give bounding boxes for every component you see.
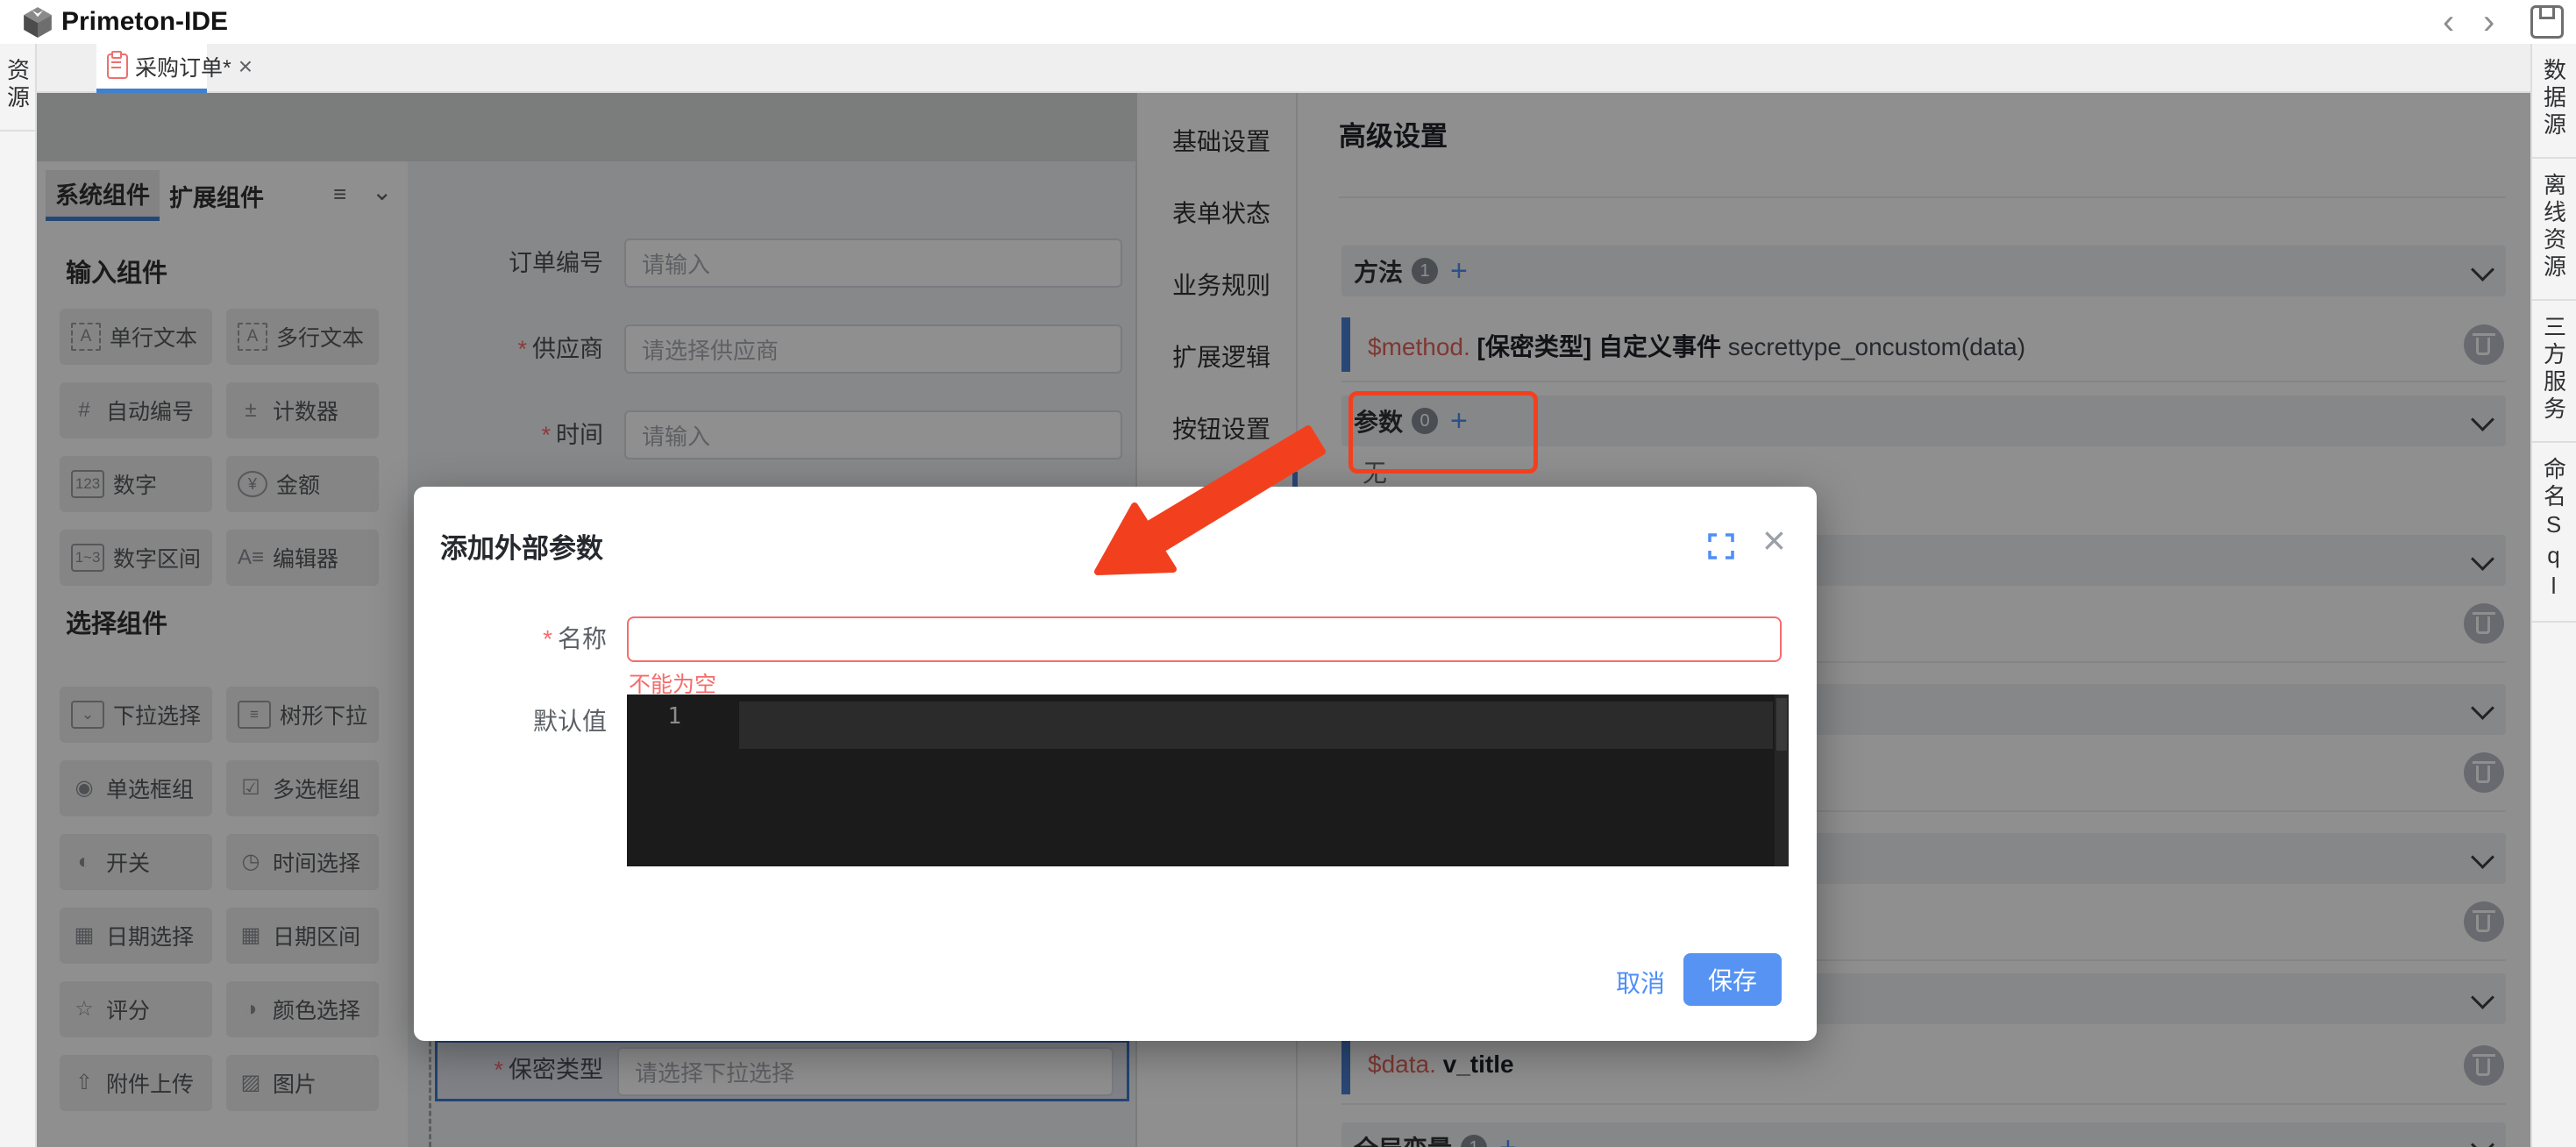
- left-rail: 资源: [0, 44, 37, 1147]
- nav-forward-icon[interactable]: ›: [2483, 2, 2494, 42]
- nav-back-icon[interactable]: ‹: [2443, 2, 2454, 42]
- annotation-highlight-box: [1348, 391, 1538, 474]
- default-value-label: 默认值: [449, 702, 607, 737]
- application-window: 系统组件 扩展组件 ≡ ⌄ 输入组件 A单行文本 A多行文本 #自动编号 ±计数…: [0, 0, 2576, 1147]
- rail-item-data-source[interactable]: 数据源: [2532, 44, 2576, 159]
- app-title: Primeton-IDE: [61, 7, 228, 37]
- primeton-logo-icon: [21, 5, 54, 39]
- name-field-label: *名称: [449, 616, 607, 662]
- editor-scrollbar-thumb[interactable]: [1776, 698, 1787, 751]
- dialog-title: 添加外部参数: [440, 526, 603, 566]
- editor-line-number: 1: [644, 703, 681, 730]
- save-button[interactable]: 保存: [1683, 953, 1782, 1006]
- tab-strip: 采购订单* ×: [37, 44, 2530, 93]
- rail-item-resources[interactable]: 资源: [0, 44, 35, 132]
- rail-item-offline-resources[interactable]: 离线资源: [2532, 159, 2576, 301]
- editor-scrollbar[interactable]: [1775, 695, 1789, 866]
- right-rail: 数据源 离线资源 三方服务 命名Sql: [2530, 44, 2576, 1147]
- name-input[interactable]: [627, 616, 1782, 662]
- fullscreen-icon[interactable]: [1707, 532, 1735, 560]
- app-header: Primeton-IDE ‹ ›: [0, 0, 2576, 46]
- form-document-icon: [107, 53, 128, 79]
- editor-current-line: [739, 702, 1773, 749]
- rail-item-named-sql[interactable]: 命名Sql: [2532, 443, 2576, 623]
- annotation-arrow-icon: [1078, 412, 1341, 588]
- tab-label: 采购订单*: [135, 51, 231, 82]
- tab-close-icon[interactable]: ×: [238, 54, 253, 79]
- close-icon[interactable]: ×: [1762, 520, 1786, 560]
- rail-item-third-party-services[interactable]: 三方服务: [2532, 301, 2576, 443]
- tab-purchase-order[interactable]: 采购订单* ×: [96, 44, 207, 93]
- cancel-button[interactable]: 取消: [1616, 965, 1665, 1000]
- save-file-icon[interactable]: [2530, 5, 2564, 39]
- required-mark: *: [543, 625, 552, 652]
- default-value-code-editor[interactable]: 1: [627, 695, 1789, 866]
